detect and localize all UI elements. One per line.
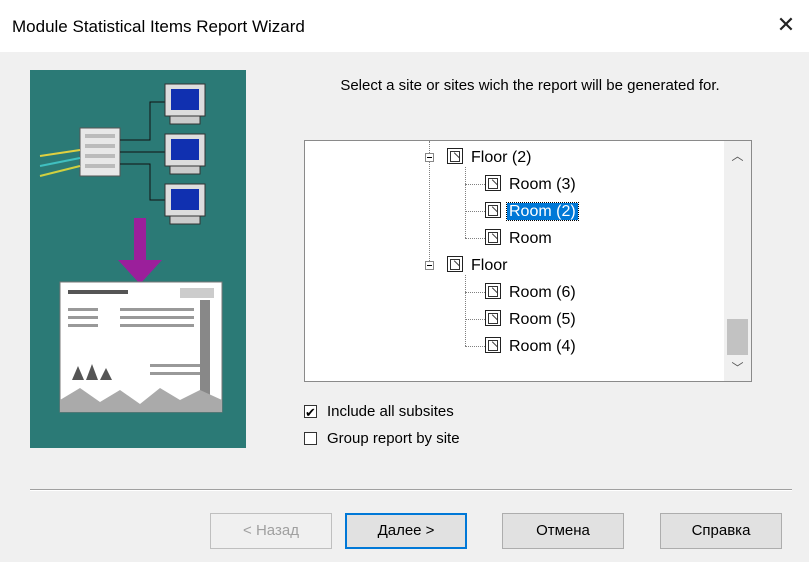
- site-icon: [485, 229, 501, 245]
- collapse-toggle-icon[interactable]: [425, 153, 434, 162]
- instruction-text: Select a site or sites wich the report w…: [340, 77, 720, 94]
- tree-node-room-selected[interactable]: Room (2): [485, 201, 579, 223]
- site-tree-view[interactable]: Floor (2) Room (3) Room (2) Room Floor R…: [304, 140, 752, 382]
- tree-node-room[interactable]: Room (5): [485, 309, 578, 331]
- help-button[interactable]: Справка: [660, 513, 782, 549]
- tree-connector: [465, 184, 485, 185]
- tree-node-room[interactable]: Room (6): [485, 282, 578, 304]
- network-report-illustration-icon: [39, 83, 223, 413]
- site-icon: [485, 202, 501, 218]
- site-icon: [447, 148, 463, 164]
- site-icon: [485, 337, 501, 353]
- scroll-thumb[interactable]: [727, 319, 748, 355]
- wizard-illustration: [30, 70, 246, 448]
- tree-node-room[interactable]: Room (3): [485, 174, 578, 196]
- separator: [30, 489, 792, 491]
- wizard-window: Module Statistical Items Report Wizard ✕: [0, 0, 809, 562]
- scroll-up-icon[interactable]: ︿: [724, 145, 751, 167]
- site-icon: [485, 310, 501, 326]
- next-button[interactable]: Далее >: [345, 513, 467, 549]
- window-title: Module Statistical Items Report Wizard: [12, 17, 305, 36]
- include-subsites-option[interactable]: Include all subsites: [304, 401, 454, 424]
- title-bar: Module Statistical Items Report Wizard ✕: [0, 0, 809, 52]
- site-icon: [447, 256, 463, 272]
- tree-node-room[interactable]: Room (4): [485, 336, 578, 358]
- group-by-site-checkbox[interactable]: [304, 432, 317, 445]
- tree-connector: [465, 319, 485, 320]
- tree-connector: [465, 275, 466, 346]
- tree-node-floor[interactable]: Floor: [447, 255, 509, 277]
- back-button[interactable]: < Назад: [210, 513, 332, 549]
- tree-node-floor[interactable]: Floor (2): [447, 147, 533, 169]
- tree-connector: [465, 346, 485, 347]
- tree-connector: [465, 292, 485, 293]
- tree-connector: [465, 167, 466, 238]
- cancel-button[interactable]: Отмена: [502, 513, 624, 549]
- include-subsites-checkbox[interactable]: [304, 402, 317, 424]
- close-icon[interactable]: ✕: [773, 12, 799, 38]
- scroll-down-icon[interactable]: ﹀: [724, 357, 751, 379]
- group-by-site-option[interactable]: Group report by site: [304, 428, 460, 450]
- tree-connector: [465, 238, 485, 239]
- site-icon: [485, 283, 501, 299]
- tree-scrollbar[interactable]: ︿ ﹀: [724, 141, 751, 381]
- tree-connector: [465, 211, 485, 212]
- tree-canvas: Floor (2) Room (3) Room (2) Room Floor R…: [305, 141, 725, 381]
- tree-node-room[interactable]: Room: [485, 228, 554, 250]
- collapse-toggle-icon[interactable]: [425, 261, 434, 270]
- site-icon: [485, 175, 501, 191]
